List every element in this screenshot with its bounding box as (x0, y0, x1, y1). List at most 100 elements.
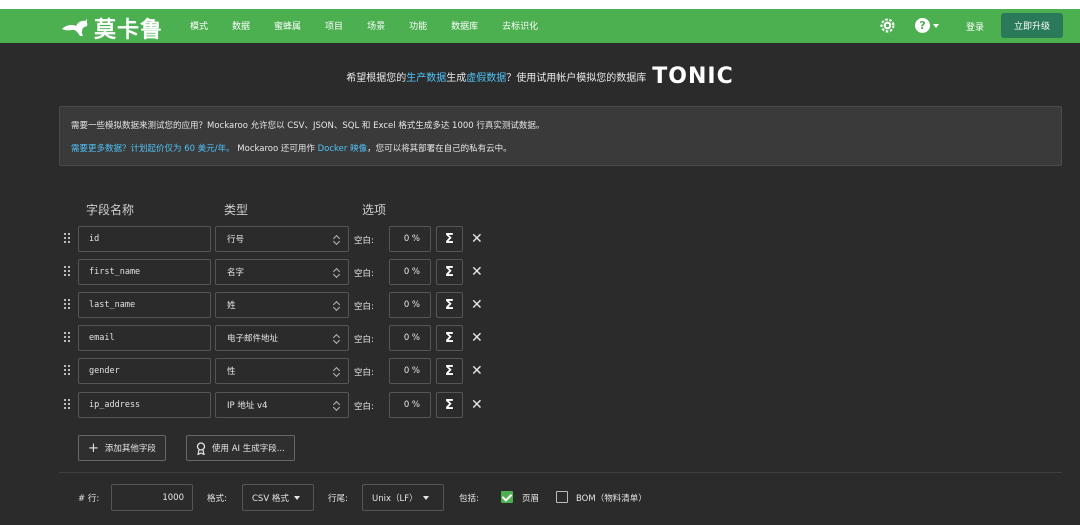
field-row: ip_address IP 地址 v4 空白: 0 % Σ ✕ (60, 392, 500, 418)
field-type-value: 行号 (227, 235, 245, 245)
sigma-formula-button[interactable]: Σ (436, 392, 463, 418)
logo-text: 莫卡鲁 (94, 18, 164, 43)
field-type-value: IP 地址 v4 (227, 401, 268, 411)
login-link[interactable]: 登录 (966, 20, 984, 33)
help-menu[interactable]: ? (915, 18, 939, 33)
info-box: 需要一些模拟数据来测试您的应用？Mockaroo 允许您以 CSV、JSON、S… (59, 106, 1062, 166)
field-type-select[interactable]: 名字 (215, 259, 349, 285)
kangaroo-icon (62, 19, 88, 36)
info-text-2: 需要更多数据？计划起价仅为 60 美元/年。 Mockaroo 还可用作 Doc… (71, 142, 512, 154)
drag-handle-icon[interactable] (64, 233, 72, 245)
sigma-formula-button[interactable]: Σ (436, 292, 463, 318)
field-name-input[interactable]: gender (78, 358, 211, 384)
remove-field-icon[interactable]: ✕ (471, 297, 483, 313)
remove-field-icon[interactable]: ✕ (471, 330, 483, 346)
header-checkbox[interactable] (501, 491, 513, 503)
menu-functions[interactable]: 功能 (409, 19, 427, 32)
blank-percent-input[interactable]: 0 % (389, 292, 431, 318)
menu-deidentify[interactable]: 去标识化 (502, 19, 538, 32)
line-ending-label: 行尾: (328, 494, 348, 504)
field-type-select[interactable]: 姓 (215, 292, 349, 318)
sigma-formula-button[interactable]: Σ (436, 226, 463, 252)
ai-generate-label: 使用 AI 生成字段... (212, 444, 285, 454)
field-type-select[interactable]: IP 地址 v4 (215, 392, 349, 418)
field-name-input[interactable]: email (78, 325, 211, 351)
drag-handle-icon[interactable] (64, 266, 72, 278)
drag-handle-icon[interactable] (64, 299, 72, 311)
logo[interactable]: 莫卡鲁 (60, 12, 163, 44)
up-down-chevron-icon (334, 234, 340, 246)
help-icon: ? (915, 18, 930, 33)
remove-field-icon[interactable]: ✕ (471, 397, 483, 413)
line-ending-value: Unix（LF） (372, 493, 418, 504)
menu-datasets[interactable]: 数据 (232, 19, 250, 32)
field-name-input[interactable]: id (78, 226, 211, 252)
menu-scenarios[interactable]: 场景 (367, 19, 385, 32)
promo-link-fake[interactable]: 虚假数据 (466, 73, 506, 84)
field-type-value: 性 (227, 367, 236, 377)
blank-percent-input[interactable]: 0 % (389, 358, 431, 384)
up-down-chevron-icon (334, 267, 340, 279)
format-select[interactable]: CSV 格式 (242, 484, 314, 511)
info-text: 需要一些模拟数据来测试您的应用？Mockaroo 允许您以 CSV、JSON、S… (71, 121, 545, 131)
menu-mock-apis[interactable]: 蜜蜂属 (274, 19, 301, 32)
pricing-link[interactable]: 需要更多数据？计划起价仅为 60 美元/年。 (71, 144, 235, 154)
blank-percent-input[interactable]: 0 % (389, 325, 431, 351)
remove-field-icon[interactable]: ✕ (471, 264, 483, 280)
menu-databases[interactable]: 数据库 (451, 19, 478, 32)
rows-input[interactable]: 1000 (111, 484, 193, 511)
add-field-label: 添加其他字段 (104, 444, 156, 454)
field-row: first_name 名字 空白: 0 % Σ ✕ (60, 259, 500, 285)
blank-percent-input[interactable]: 0 % (389, 259, 431, 285)
blank-label: 空白: (354, 269, 374, 279)
divider (59, 472, 1062, 473)
ai-ribbon-icon (196, 441, 206, 455)
promo-link-production[interactable]: 生产数据 (406, 73, 446, 84)
field-type-select[interactable]: 行号 (215, 226, 349, 252)
tonic-logo[interactable]: TONIC (652, 64, 733, 89)
blank-label: 空白: (354, 302, 374, 312)
promo-text: ？使用试用帐户模拟您的数据库 (506, 73, 647, 84)
menu-schemas[interactable]: 模式 (190, 19, 208, 32)
sigma-formula-button[interactable]: Σ (436, 358, 463, 384)
field-row: last_name 姓 空白: 0 % Σ ✕ (60, 292, 500, 318)
field-type-value: 电子邮件地址 (227, 334, 279, 344)
drag-handle-icon[interactable] (64, 365, 72, 377)
header-checkbox-label: 页眉 (522, 494, 540, 504)
field-name-input[interactable]: last_name (78, 292, 211, 318)
top-navbar: 莫卡鲁 模式 数据 蜜蜂属 项目 场景 功能 数据库 去标识化 ? 登录 立即升… (0, 9, 1080, 43)
upgrade-button[interactable]: 立即升级 (1001, 13, 1063, 38)
blank-label: 空白: (354, 368, 374, 378)
remove-field-icon[interactable]: ✕ (471, 231, 483, 247)
theme-gear-icon[interactable] (879, 17, 896, 34)
field-row: id 行号 空白: 0 % Σ ✕ (60, 226, 500, 252)
column-header-name: 字段名称 (86, 203, 135, 217)
blank-percent-input[interactable]: 0 % (389, 226, 431, 252)
blank-label: 空白: (354, 236, 374, 246)
field-type-value: 名字 (227, 268, 245, 278)
ai-generate-button[interactable]: 使用 AI 生成字段... (186, 435, 295, 461)
field-name-input[interactable]: first_name (78, 259, 211, 285)
field-name-input[interactable]: ip_address (78, 392, 211, 418)
remove-field-icon[interactable]: ✕ (471, 363, 483, 379)
drag-handle-icon[interactable] (64, 399, 72, 411)
promo-text: 生成 (446, 73, 467, 84)
field-type-select[interactable]: 电子邮件地址 (215, 325, 349, 351)
sigma-formula-button[interactable]: Σ (436, 259, 463, 285)
blank-label: 空白: (354, 335, 374, 345)
bom-checkbox[interactable] (556, 491, 568, 503)
promo-banner: 希望根据您的生产数据生成虚假数据？使用试用帐户模拟您的数据库 TONIC (0, 64, 1080, 89)
top-border (0, 0, 1080, 9)
sigma-formula-button[interactable]: Σ (436, 325, 463, 351)
add-field-button[interactable]: + 添加其他字段 (78, 435, 166, 461)
docker-link[interactable]: Docker 映像 (318, 144, 367, 154)
field-type-select[interactable]: 性 (215, 358, 349, 384)
drag-handle-icon[interactable] (64, 332, 72, 344)
menu-projects[interactable]: 项目 (325, 19, 343, 32)
line-ending-select[interactable]: Unix（LF） (362, 484, 444, 511)
chevron-down-icon (933, 23, 939, 28)
blank-percent-input[interactable]: 0 % (389, 392, 431, 418)
up-down-chevron-icon (334, 400, 340, 412)
up-down-chevron-icon (334, 300, 340, 312)
blank-label: 空白: (354, 402, 374, 412)
